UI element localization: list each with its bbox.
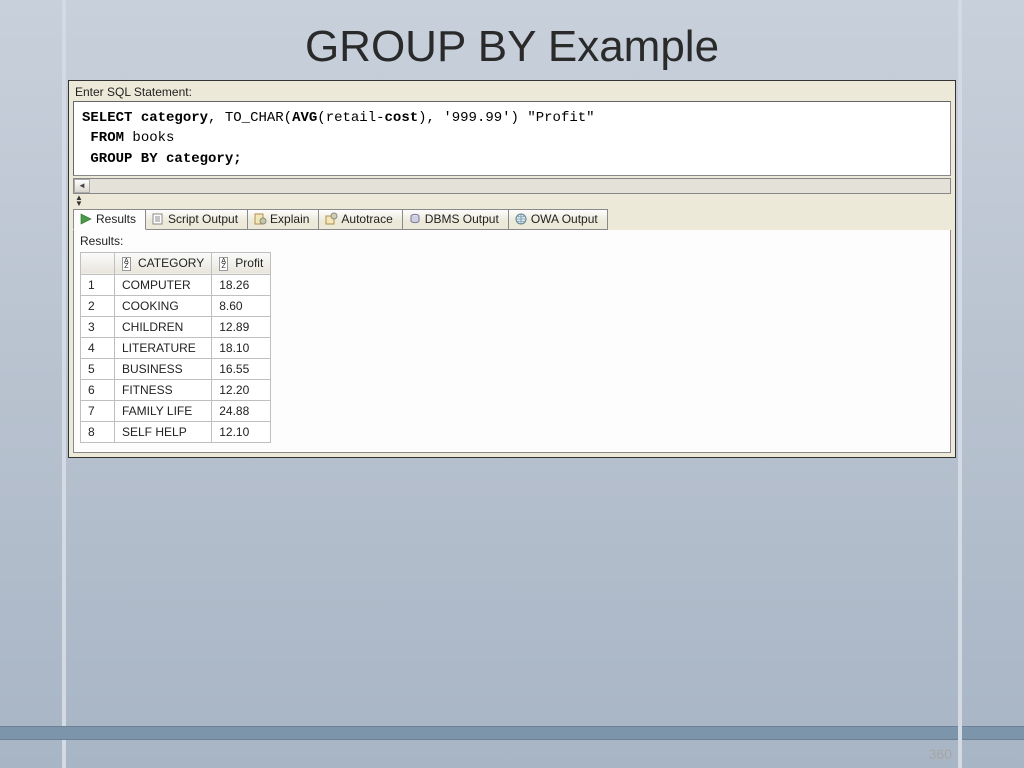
sql-editor[interactable]: SELECT category, TO_CHAR(AVG(retail-cost… [73,101,951,176]
tab-dbms-output[interactable]: DBMS Output [402,209,509,230]
table-header-row: AZ CATEGORY AZ Profit [81,252,271,274]
group-col: category; [158,151,242,167]
comma2: , [427,110,435,126]
results-label: Results: [74,230,950,250]
table-row[interactable]: 3CHILDREN12.89 [81,316,271,337]
tab-label: DBMS Output [425,212,499,226]
profit-cell: 16.55 [212,358,271,379]
scroll-left-button[interactable]: ◄ [74,179,90,193]
table-row[interactable]: 4LITERATURE18.10 [81,337,271,358]
tab-autotrace[interactable]: Autotrace [318,209,402,230]
profit-cell: 12.10 [212,421,271,442]
sort-icon[interactable]: AZ [219,257,228,271]
tab-label: Script Output [168,212,238,226]
results-tabs: Results Script Output Explain Autotrace … [73,209,951,230]
category-cell: COMPUTER [115,274,212,295]
row-number-header[interactable] [81,252,115,274]
tab-explain[interactable]: Explain [247,209,319,230]
play-icon [79,212,93,226]
row-number-cell: 4 [81,337,115,358]
fn-tochar: TO_CHAR( [225,110,292,126]
profit-cell: 24.88 [212,400,271,421]
tbl-books: books [124,130,174,146]
script-icon [151,212,165,226]
page-number: 360 [929,746,952,762]
tab-owa-output[interactable]: OWA Output [508,209,608,230]
row-number-cell: 3 [81,316,115,337]
col-category: category [141,110,208,126]
category-cell: COOKING [115,295,212,316]
page-title: GROUP BY Example [62,0,962,80]
tab-script-output[interactable]: Script Output [145,209,248,230]
horizontal-scrollbar[interactable]: ◄ [73,178,951,194]
profit-cell: 18.26 [212,274,271,295]
column-label: CATEGORY [138,256,204,270]
fmt-literal: '999.99') "Profit" [435,110,595,126]
explain-icon [253,212,267,226]
category-cell: CHILDREN [115,316,212,337]
row-number-cell: 2 [81,295,115,316]
category-cell: FITNESS [115,379,212,400]
tab-label: OWA Output [531,212,598,226]
row-number-cell: 6 [81,379,115,400]
row-number-cell: 1 [81,274,115,295]
row-number-cell: 7 [81,400,115,421]
table-row[interactable]: 5BUSINESS16.55 [81,358,271,379]
tab-label: Autotrace [341,212,392,226]
tab-label: Explain [270,212,309,226]
column-header-profit[interactable]: AZ Profit [212,252,271,274]
comma: , [208,110,216,126]
autotrace-icon [324,212,338,226]
sql-input-label: Enter SQL Statement: [69,81,955,101]
category-cell: SELF HELP [115,421,212,442]
row-number-cell: 8 [81,421,115,442]
table-row[interactable]: 1COMPUTER18.26 [81,274,271,295]
row-number-cell: 5 [81,358,115,379]
tab-results[interactable]: Results [73,209,146,230]
fn-avg: AVG [292,110,317,126]
footer-band [0,726,1024,740]
sort-icon[interactable]: AZ [122,257,131,271]
results-table: AZ CATEGORY AZ Profit 1COMPUTER18.262COO… [80,252,271,443]
table-row[interactable]: 6FITNESS12.20 [81,379,271,400]
table-row[interactable]: 7FAMILY LIFE24.88 [81,400,271,421]
database-icon [408,212,422,226]
globe-icon [514,212,528,226]
category-cell: BUSINESS [115,358,212,379]
col-cost: cost [385,110,419,126]
sql-tool-window: Enter SQL Statement: SELECT category, TO… [68,80,956,458]
profit-cell: 12.20 [212,379,271,400]
profit-cell: 18.10 [212,337,271,358]
kw-from: FROM [82,130,124,146]
expr-open: (retail- [317,110,384,126]
splitter-handle[interactable]: ▲▼ [73,194,951,207]
category-cell: FAMILY LIFE [115,400,212,421]
column-header-category[interactable]: AZ CATEGORY [115,252,212,274]
table-row[interactable]: 2COOKING8.60 [81,295,271,316]
expr-close: ) [418,110,426,126]
profit-cell: 12.89 [212,316,271,337]
profit-cell: 8.60 [212,295,271,316]
kw-groupby: GROUP BY [82,151,158,167]
category-cell: LITERATURE [115,337,212,358]
column-label: Profit [235,256,263,270]
kw-select: SELECT [82,110,132,126]
results-panel: Results: AZ CATEGORY AZ Profit [73,230,951,453]
scroll-track[interactable] [90,179,950,193]
tab-label: Results [96,212,136,226]
table-row[interactable]: 8SELF HELP12.10 [81,421,271,442]
